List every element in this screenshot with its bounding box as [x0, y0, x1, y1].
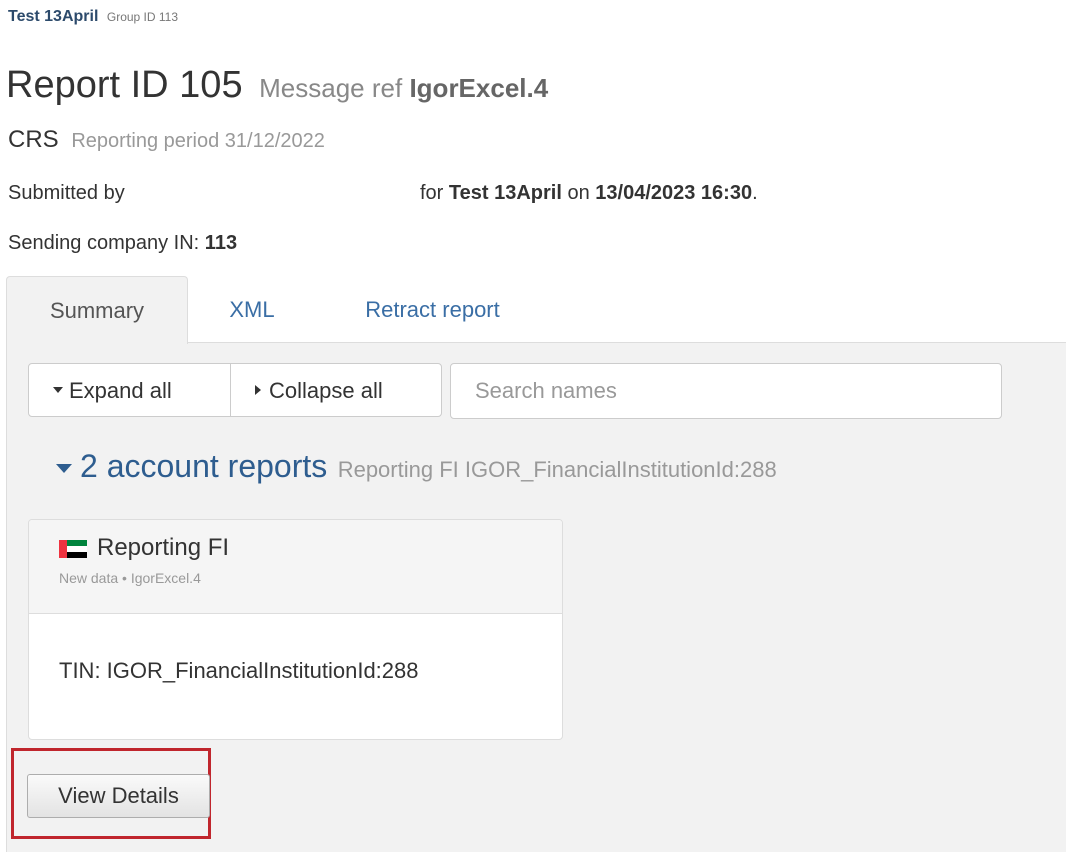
caret-right-icon — [255, 385, 261, 396]
company-name[interactable]: Test 13April — [8, 8, 98, 25]
report-page: Test 13April Group ID 113 Report ID 105 … — [0, 0, 1066, 852]
view-details-button[interactable]: View Details — [27, 774, 210, 818]
card-title: Reporting FI — [97, 534, 230, 561]
card-body: TIN: IGOR_FinancialInstitutionId:288 — [29, 614, 562, 739]
section-title: 2 account reports — [80, 448, 328, 484]
submitted-for: for Test 13April on 13/04/2023 16:30. — [420, 179, 758, 207]
expand-all-button[interactable]: Expand all — [28, 363, 231, 417]
group-id: Group ID 113 — [106, 10, 179, 24]
message-ref-label: Message ref — [259, 73, 403, 103]
for-label: for — [420, 182, 444, 204]
page-title: Report ID 105 Message ref IgorExcel.4 — [6, 62, 548, 111]
uae-flag-icon — [59, 540, 87, 558]
submission-info: Submitted by for Test 13April on 13/04/2… — [8, 179, 1058, 207]
sending-company-value: 113 — [204, 232, 238, 254]
on-label: on — [567, 182, 590, 204]
submitted-at: 13/04/2023 16:30 — [595, 182, 753, 204]
reporting-fi-card: Reporting FI New data • IgorExcel.4 TIN:… — [28, 519, 563, 740]
chevron-down-icon — [56, 464, 72, 474]
regime-line: CRS Reporting period 31/12/2022 — [8, 124, 325, 157]
message-ref-value: IgorExcel.4 — [409, 73, 549, 103]
tin-value: TIN: IGOR_FinancialInstitutionId:288 — [59, 658, 419, 683]
caret-down-icon — [53, 387, 63, 394]
submitted-by-label: Submitted by — [8, 182, 125, 204]
account-reports-toggle[interactable]: 2 account reports Reporting FI IGOR_Fina… — [56, 448, 777, 485]
sending-company-label: Sending company IN: — [8, 232, 200, 254]
tab-retract-report[interactable]: Retract report — [335, 276, 530, 343]
submitted-end: . — [752, 182, 758, 204]
tab-summary[interactable]: Summary — [6, 276, 188, 344]
company-line: Test 13April Group ID 113 — [8, 6, 178, 28]
expand-all-label: Expand all — [69, 378, 172, 403]
regime-label: CRS — [8, 126, 59, 153]
section-subtitle: Reporting FI IGOR_FinancialInstitutionId… — [337, 457, 777, 482]
tab-xml[interactable]: XML — [212, 276, 292, 343]
reporting-period: Reporting period 31/12/2022 — [71, 130, 325, 152]
message-ref: Message ref IgorExcel.4 — [259, 73, 548, 103]
collapse-all-button[interactable]: Collapse all — [230, 363, 442, 417]
search-names-input[interactable] — [450, 363, 1002, 419]
report-id: Report ID 105 — [6, 64, 243, 106]
card-header: Reporting FI New data • IgorExcel.4 — [29, 520, 562, 614]
collapse-all-label: Collapse all — [269, 378, 383, 403]
for-company: Test 13April — [448, 182, 562, 204]
sending-company: Sending company IN: 113 — [8, 229, 237, 257]
card-meta: New data • IgorExcel.4 — [59, 570, 201, 586]
